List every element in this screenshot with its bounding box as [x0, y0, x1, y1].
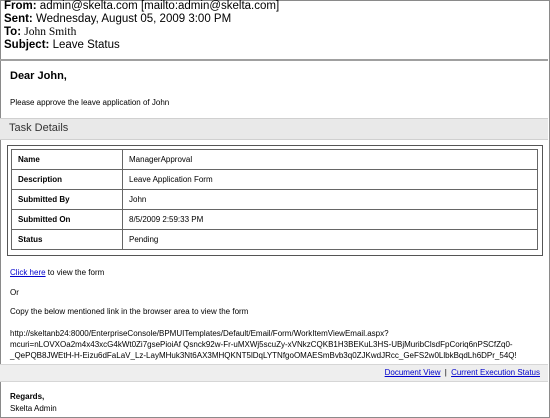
table-row: Description Leave Application Form: [11, 169, 538, 190]
links-bar: Document View | Current Execution Status: [0, 364, 548, 382]
row-value: Leave Application Form: [122, 169, 538, 190]
task-details-table-frame: Name ManagerApproval Description Leave A…: [7, 145, 543, 256]
email-header: From: admin@skelta.com [mailto:admin@ske…: [4, 0, 279, 52]
from-row: From: admin@skelta.com [mailto:admin@ske…: [4, 0, 279, 13]
table-row: Name ManagerApproval: [11, 149, 538, 170]
row-key: Name: [11, 149, 123, 170]
url-line-2: mcuri=nLOVXOa2m4x43xcG4kWt0Zi7gsePioiAf …: [10, 340, 513, 349]
table-row: Submitted By John: [11, 189, 538, 210]
url-line-3: _QePQB8JWEtH-H-Eizu6dFaLaV_Lz-LayMHuk3Nt…: [10, 351, 517, 360]
signature-block: Regards, Skelta Admin: [10, 391, 57, 415]
subject-value: Leave Status: [52, 39, 120, 51]
copy-instruction: Copy the below mentioned link in the bro…: [10, 307, 249, 316]
url-line-1: http://skeltanb24:8000/EnterpriseConsole…: [10, 329, 389, 338]
greeting: Dear John,: [10, 70, 67, 82]
subject-label: Subject:: [4, 39, 50, 51]
row-value: 8/5/2009 2:59:33 PM: [122, 209, 538, 230]
row-value: Pending: [122, 229, 538, 250]
table-row: Submitted On 8/5/2009 2:59:33 PM: [11, 209, 538, 230]
regards-text: Regards,: [10, 392, 45, 401]
row-key: Status: [11, 229, 123, 250]
signature-name: Skelta Admin: [10, 404, 57, 413]
header-divider: [0, 59, 548, 61]
row-value: John: [122, 189, 538, 210]
intro-text: Please approve the leave application of …: [10, 98, 170, 107]
click-here-suffix: to view the form: [45, 268, 105, 277]
or-text: Or: [10, 288, 19, 297]
sent-row: Sent: Wednesday, August 05, 2009 3:00 PM: [4, 13, 279, 26]
footer-links: Document View | Current Execution Status: [385, 368, 540, 377]
link-separator: |: [444, 368, 447, 377]
document-view-link[interactable]: Document View: [385, 368, 441, 377]
task-details-table: Name ManagerApproval Description Leave A…: [11, 149, 538, 250]
table-row: Status Pending: [11, 229, 538, 250]
sent-value: Wednesday, August 05, 2009 3:00 PM: [35, 13, 232, 25]
row-key: Submitted On: [11, 209, 123, 230]
from-label: From:: [4, 0, 37, 12]
from-value: admin@skelta.com [mailto:admin@skelta.co…: [39, 0, 280, 12]
row-key: Description: [11, 169, 123, 190]
to-value: John Smith: [24, 26, 77, 38]
execution-status-link[interactable]: Current Execution Status: [451, 368, 540, 377]
click-here-link[interactable]: Click here: [10, 268, 46, 277]
to-label: To:: [4, 26, 22, 38]
form-url: http://skeltanb24:8000/EnterpriseConsole…: [10, 328, 517, 361]
sent-label: Sent:: [4, 13, 33, 25]
task-details-bar: Task Details: [0, 118, 548, 140]
subject-row: Subject: Leave Status: [4, 39, 279, 52]
click-here-line: Click here to view the form: [10, 268, 104, 277]
to-row: To: John Smith: [4, 26, 279, 39]
task-details-heading: Task Details: [9, 122, 69, 134]
row-key: Submitted By: [11, 189, 123, 210]
row-value: ManagerApproval: [122, 149, 538, 170]
